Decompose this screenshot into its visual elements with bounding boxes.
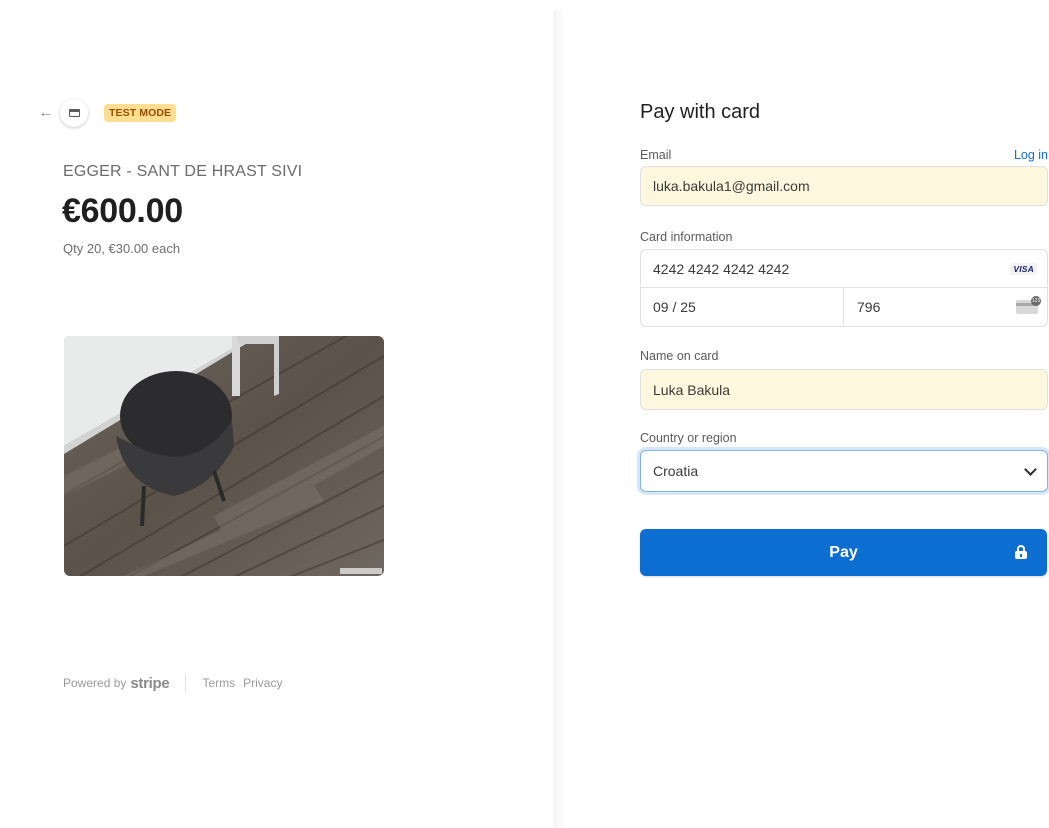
stripe-logo[interactable]: stripe (130, 675, 169, 692)
footer-divider (185, 674, 187, 692)
page-footer: Powered by stripe Terms Privacy (63, 674, 290, 692)
log-in-link[interactable]: Log in (1014, 148, 1048, 162)
country-label: Country or region (640, 431, 737, 445)
terms-link[interactable]: Terms (202, 676, 235, 690)
test-mode-badge: TEST MODE (104, 104, 177, 122)
card-number-field[interactable]: 4242 4242 4242 4242 VISA (641, 250, 1047, 288)
back-arrow-icon[interactable]: ← (38, 99, 60, 127)
chevron-down-icon (1024, 463, 1037, 476)
product-image (64, 336, 384, 576)
powered-by-text: Powered by (63, 676, 127, 690)
cvc-card-icon: 123 (1016, 296, 1041, 314)
privacy-link[interactable]: Privacy (243, 676, 282, 690)
summary-header: ← TEST MODE (38, 99, 177, 127)
form-title: Pay with card (640, 101, 761, 123)
product-name: EGGER - SANT DE HRAST SIVI (63, 163, 303, 180)
expiry-field[interactable]: 09 / 25 (641, 288, 844, 326)
email-field[interactable]: luka.bakula1@gmail.com (640, 166, 1048, 206)
lock-icon (1015, 545, 1027, 559)
email-label: Email (640, 148, 672, 162)
name-value: Luka Bakula (653, 381, 731, 398)
pay-button[interactable]: Pay (640, 529, 1047, 576)
country-value: Croatia (653, 463, 699, 479)
store-icon (60, 99, 88, 127)
country-select[interactable]: Croatia (640, 450, 1048, 492)
expiry-value: 09 / 25 (653, 299, 696, 315)
cvc-value: 796 (857, 299, 881, 315)
card-number-value: 4242 4242 4242 4242 (653, 260, 790, 277)
quantity-text: Qty 20, €30.00 each (63, 241, 181, 256)
card-info-group: 4242 4242 4242 4242 VISA 09 / 25 796 123 (640, 249, 1048, 327)
email-value: luka.bakula1@gmail.com (653, 178, 810, 194)
panel-divider (553, 10, 565, 828)
visa-icon: VISA (1010, 263, 1037, 275)
cvc-field[interactable]: 796 123 (845, 288, 1047, 326)
pay-button-label: Pay (829, 543, 858, 561)
name-label: Name on card (640, 349, 719, 363)
card-info-label: Card information (640, 230, 733, 244)
order-summary-panel: ← TEST MODE EGGER - SANT DE HRAST SIVI €… (0, 0, 553, 828)
total-price: €600.00 (62, 192, 183, 230)
name-on-card-field[interactable]: Luka Bakula (640, 369, 1048, 410)
